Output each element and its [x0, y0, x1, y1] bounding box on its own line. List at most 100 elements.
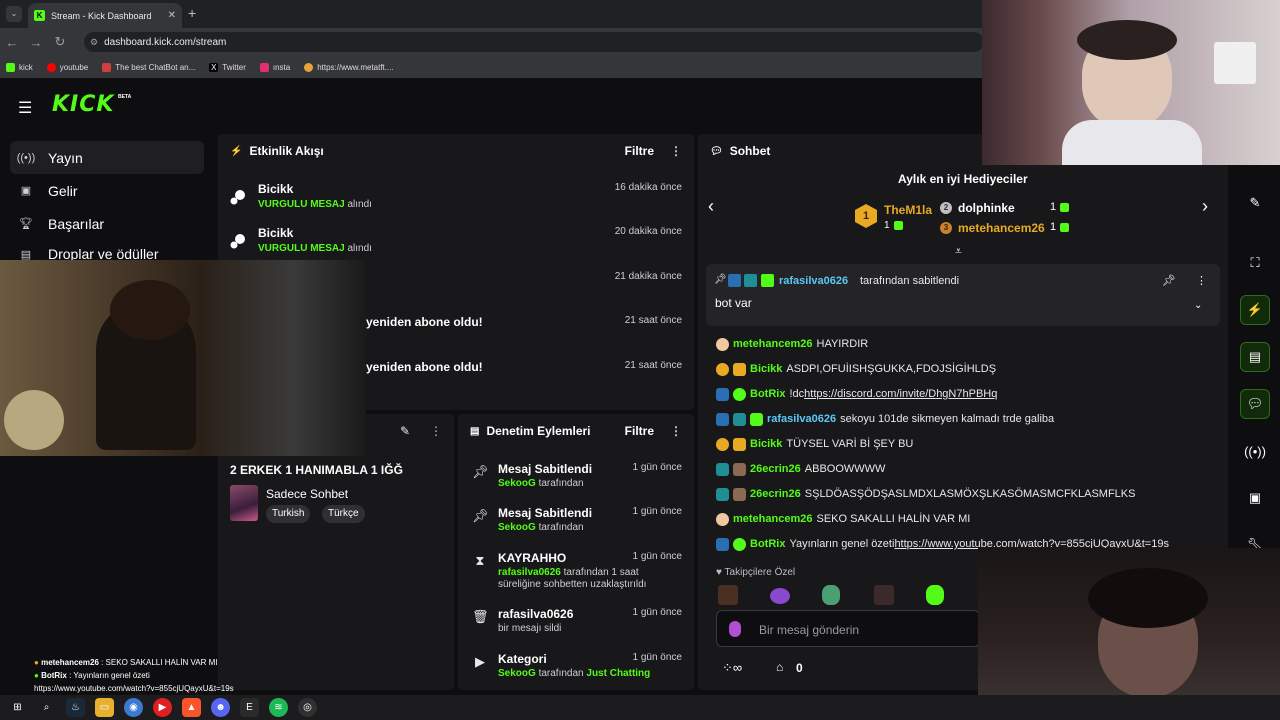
emote-icon[interactable]	[822, 585, 840, 605]
chat-message: metehancem26 HAYIRDIR	[716, 334, 868, 354]
bookmark-twitter[interactable]: X Twitter	[209, 62, 246, 72]
fullscreen-rail-button[interactable]: ⛶	[1240, 248, 1270, 278]
more-options-icon[interactable]: ⋮	[430, 424, 442, 438]
activity-filter-button[interactable]: Filtre	[625, 144, 654, 158]
chat-username[interactable]: metehancem26	[733, 338, 813, 350]
bookmark-metatft[interactable]: https://www.metatft....	[304, 62, 394, 72]
tab-list-button[interactable]: ⌄	[6, 6, 22, 22]
steam-icon[interactable]: ♨	[66, 698, 85, 717]
avatar-badge-icon	[733, 487, 746, 501]
mod-actor[interactable]: SekooG	[498, 668, 536, 679]
menu-icon[interactable]: ☰	[18, 98, 32, 118]
more-options-icon[interactable]: ⋮	[670, 144, 682, 158]
gifter-name[interactable]: TheM1la	[884, 203, 932, 217]
windows-start-icon[interactable]: ⊞	[8, 698, 27, 717]
edit-rail-button[interactable]: ✎	[1240, 188, 1270, 218]
unpin-icon[interactable]: 📌︎	[1162, 274, 1176, 287]
mod-rest: tarafından	[535, 478, 584, 489]
sidebar-item-gelir[interactable]: ▣ Gelir	[10, 174, 204, 207]
gifter-name[interactable]: metehancem26	[958, 221, 1045, 235]
broadcast-rail-button[interactable]: ((•))	[1240, 436, 1270, 466]
lightning-rail-button[interactable]: ⚡	[1240, 295, 1270, 325]
browser-tab[interactable]: K Stream - Kick Dashboard ✕	[28, 3, 182, 28]
address-bar[interactable]: ⚙ dashboard.kick.com/stream	[84, 32, 984, 52]
chat-input[interactable]: Bir mesaj gönderin	[716, 610, 980, 647]
bookmark-label: The best ChatBot an...	[115, 62, 196, 72]
chat-username[interactable]: BotRix	[750, 538, 785, 550]
mod-actor[interactable]: rafasilva0626	[498, 567, 561, 578]
document-icon: ▤	[470, 425, 480, 437]
emote-icon[interactable]	[926, 585, 944, 605]
close-tab-icon[interactable]: ✕	[168, 10, 176, 21]
bookmark-youtube[interactable]: youtube	[46, 62, 88, 72]
category-thumbnail[interactable]	[230, 485, 258, 521]
emote-icon[interactable]	[770, 588, 790, 604]
chat-username[interactable]: 26ecrin26	[750, 488, 801, 500]
chat-username[interactable]: BotRix	[750, 388, 785, 400]
pinned-by-user[interactable]: rafasilva0626	[779, 275, 848, 287]
person-hair	[1088, 568, 1208, 628]
youtube-music-icon[interactable]: ▶	[153, 698, 172, 717]
obs-icon[interactable]: ◎	[298, 698, 317, 717]
epic-games-icon[interactable]: E	[240, 698, 259, 717]
overlay-line: ● metehancem26 : SEKO SAKALLI HALİN VAR …	[34, 658, 218, 667]
forward-icon[interactable]: →	[24, 35, 48, 50]
file-explorer-icon[interactable]: ▭	[95, 698, 114, 717]
bookmark-kick[interactable]: kick	[6, 62, 33, 72]
chat-link[interactable]: https://discord.com/invite/DhgN7hPBHq	[804, 388, 997, 400]
monitor-rail-button[interactable]: ▣	[1240, 483, 1270, 513]
collapse-gifters-icon[interactable]: ⩡	[955, 244, 962, 259]
person-hair	[110, 280, 190, 340]
spotify-icon[interactable]: ≋	[269, 698, 288, 717]
chat-username[interactable]: Bicikk	[750, 438, 782, 450]
tag-chip[interactable]: Türkçe	[322, 505, 365, 523]
chat-rail-button[interactable]: 💬︎	[1240, 389, 1270, 419]
next-arrow-icon[interactable]: ›	[1202, 196, 1208, 217]
new-tab-button[interactable]: +	[188, 5, 196, 21]
back-icon[interactable]: ←	[0, 35, 24, 50]
gifter-name[interactable]: dolphinke	[958, 201, 1015, 215]
points-icon[interactable]: ⁘∞	[722, 660, 742, 676]
mod-desc: rafasilva0626 tarafından 1 saat süreliği…	[498, 567, 668, 591]
x-icon: X	[209, 62, 219, 72]
sidebar-item-yayin[interactable]: ((•)) Yayın	[10, 141, 204, 174]
sidebar-item-basarilar[interactable]: 🏆︎ Başarılar	[10, 207, 204, 240]
more-options-icon[interactable]: ⋮	[1196, 274, 1207, 287]
mod-actor[interactable]: SekooG	[498, 478, 536, 489]
bookmark-chatbot[interactable]: The best ChatBot an...	[102, 62, 196, 72]
moderation-filter-button[interactable]: Filtre	[625, 424, 654, 438]
chat-username[interactable]: 26ecrin26	[750, 463, 801, 475]
chat-username[interactable]: Bicikk	[750, 363, 782, 375]
stream-category[interactable]: Sadece Sohbet	[266, 487, 348, 501]
chat-message: Bicikk ASDPI,OFUİISHŞGUKKA,FDOJSİGİHLDŞ	[716, 359, 996, 379]
emote-icon[interactable]	[718, 585, 738, 605]
event-user[interactable]: Bicikk	[258, 226, 293, 240]
chevron-down-icon[interactable]: ⌄	[1194, 300, 1202, 311]
bookmark-insta[interactable]: ınsta	[259, 62, 290, 72]
brave-icon[interactable]: ▲	[182, 698, 201, 717]
document-rail-button[interactable]: ▤	[1240, 342, 1270, 372]
kick-logo[interactable]: KICK	[52, 92, 114, 117]
more-options-icon[interactable]: ⋮	[670, 424, 682, 438]
emote-icon[interactable]	[874, 585, 894, 605]
mod-action[interactable]: rafasilva0626	[498, 607, 573, 621]
chrome-icon[interactable]: ◉	[124, 698, 143, 717]
site-info-icon[interactable]: ⚙	[90, 37, 98, 48]
tag-chip[interactable]: Turkish	[266, 505, 311, 523]
person-hair	[1077, 20, 1177, 60]
chat-username[interactable]: rafasilva0626	[767, 413, 836, 425]
lightning-icon: ⚡	[230, 145, 243, 157]
discord-icon[interactable]: ☻	[211, 698, 230, 717]
search-icon[interactable]: ⌕	[37, 698, 56, 717]
prev-arrow-icon[interactable]: ‹	[708, 196, 714, 217]
mod-category: Just Chatting	[586, 668, 651, 679]
mod-actor[interactable]: SekooG	[498, 522, 536, 533]
emoji-badge-icon	[716, 512, 729, 526]
mod-desc: SekooG tarafından	[498, 522, 668, 534]
edit-icon[interactable]: ✎	[400, 424, 410, 438]
reload-icon[interactable]: ↻	[48, 34, 72, 50]
chat-username[interactable]: metehancem26	[733, 513, 813, 525]
store-icon[interactable]: ⌂	[776, 660, 783, 674]
event-user[interactable]: Bicikk	[258, 182, 293, 196]
emoji-picker-icon[interactable]	[729, 621, 741, 637]
